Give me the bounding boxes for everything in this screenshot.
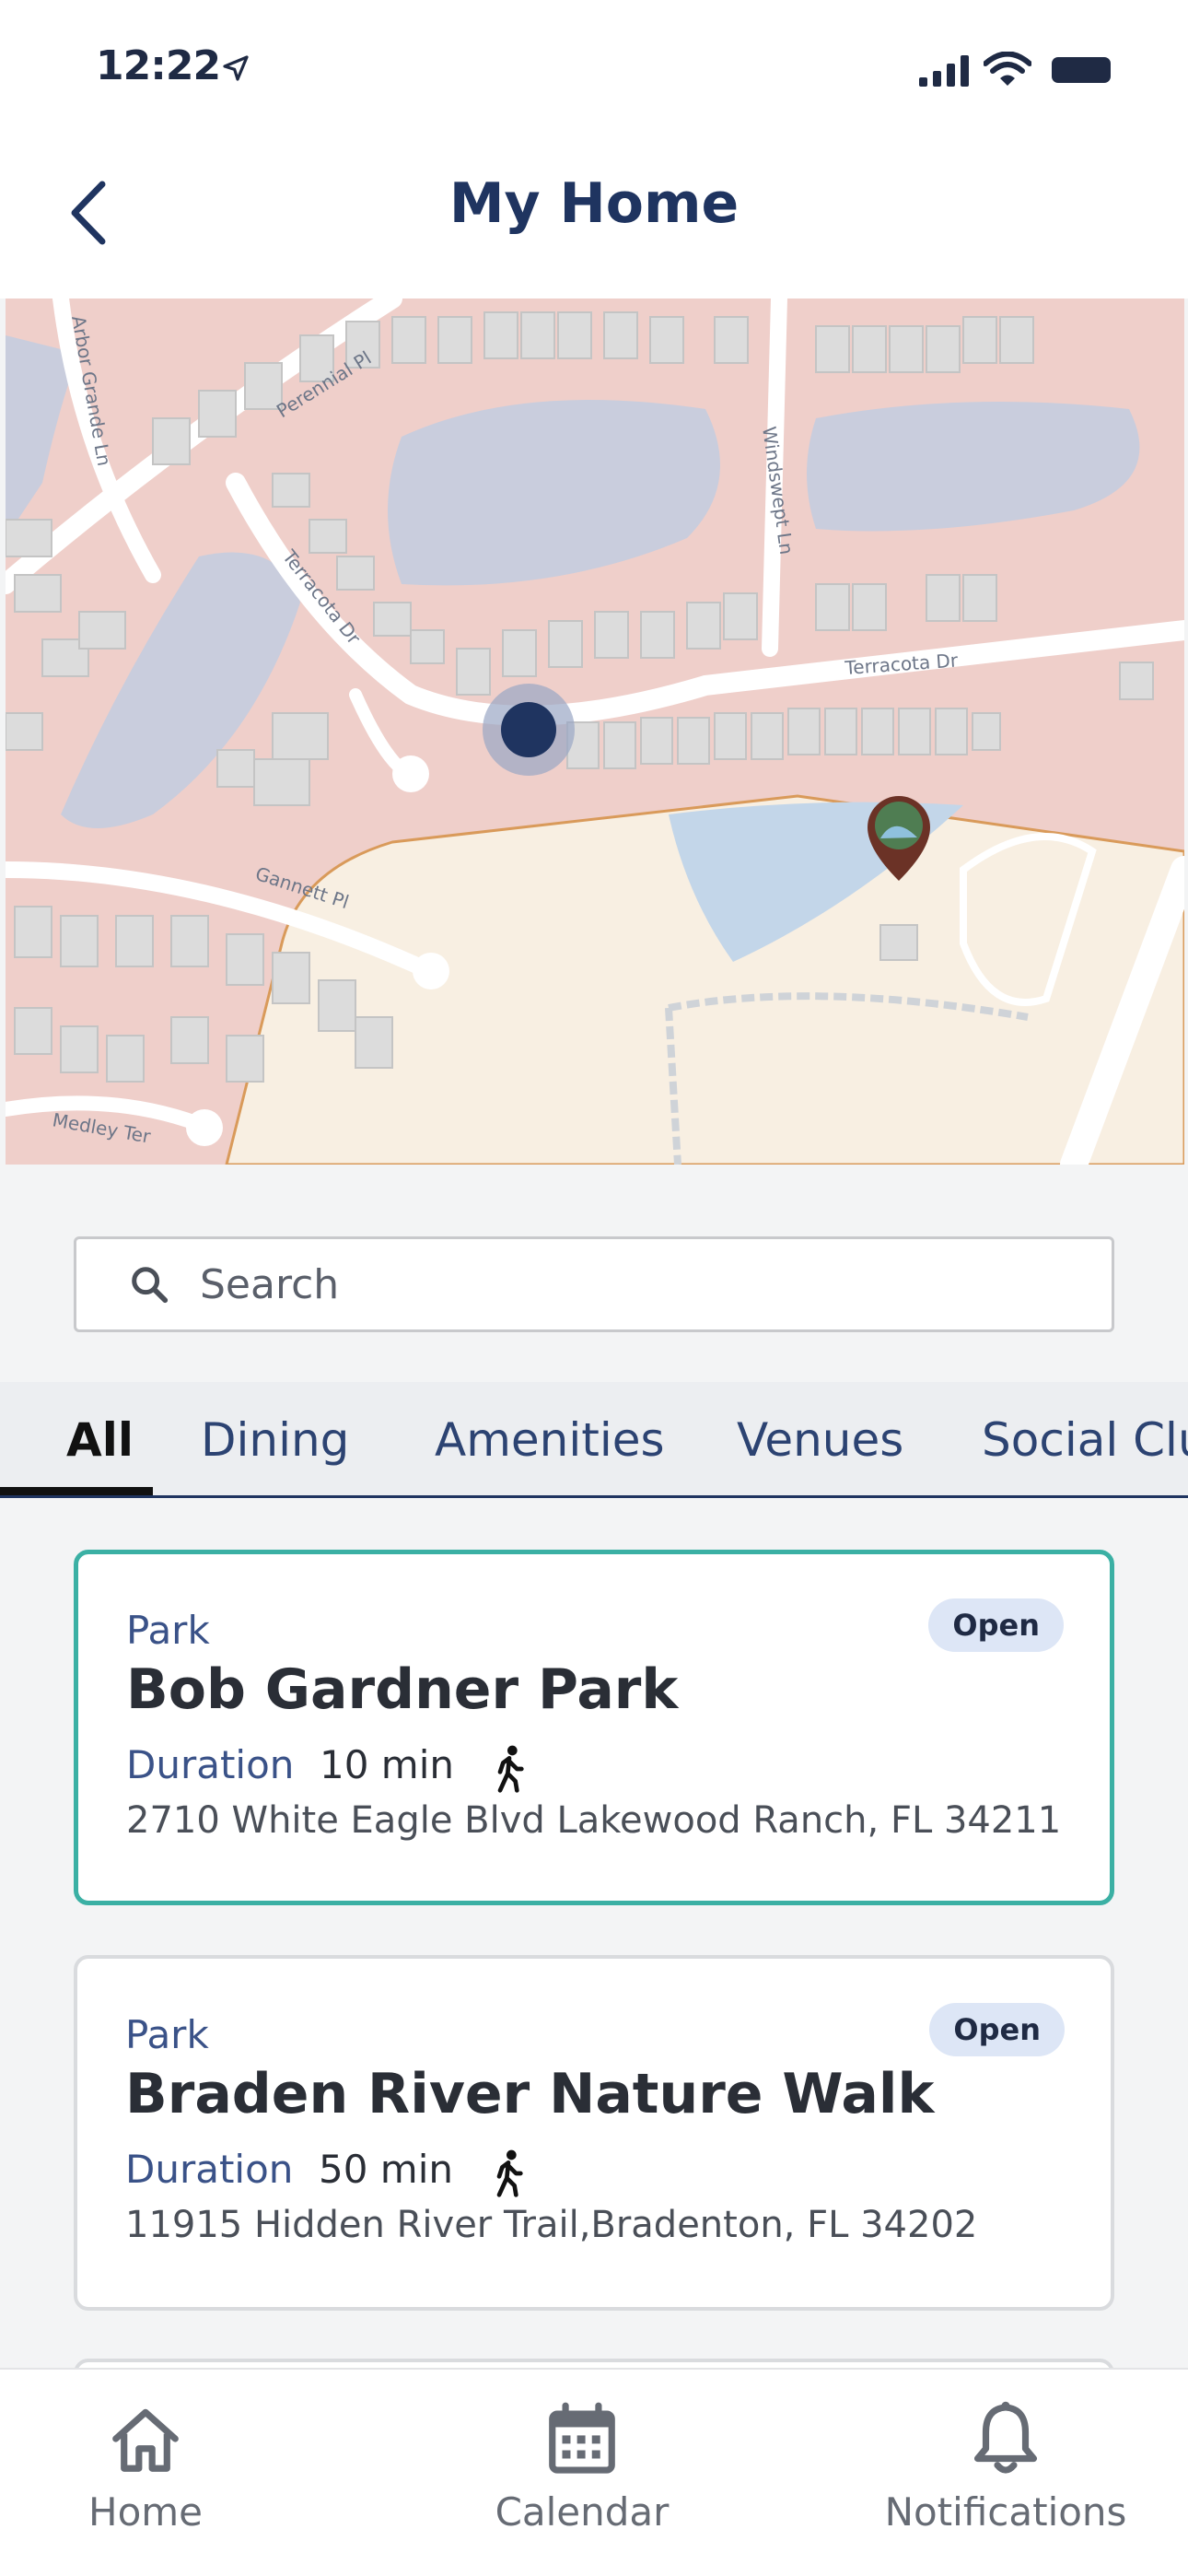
search-area xyxy=(0,1165,1188,1382)
tab-venues[interactable]: Venues xyxy=(737,1413,903,1467)
nav-label: Home xyxy=(87,2489,204,2535)
nav-label: Notifications xyxy=(884,2489,1127,2535)
place-card[interactable]: Park Open Bob Gardner Park Duration 10 m… xyxy=(74,1550,1114,1905)
cellular-signal-icon xyxy=(919,55,969,87)
duration-value: 10 min xyxy=(320,1742,454,1787)
active-tab-indicator xyxy=(0,1487,153,1495)
nav-notifications[interactable]: Notifications xyxy=(840,2399,1171,2535)
map-view[interactable]: Arbor Grande Ln Perennial Pl Terracota D… xyxy=(6,299,1184,1165)
duration-value: 50 min xyxy=(319,2147,453,2192)
status-badge: Open xyxy=(928,1598,1064,1652)
card-address: 11915 Hidden River Trail,Bradenton, FL 3… xyxy=(125,2204,978,2246)
card-title: Bob Gardner Park xyxy=(126,1657,679,1722)
category-tabs: All Dining Amenities Venues Social Clu xyxy=(0,1382,1188,1498)
tab-all[interactable]: All xyxy=(66,1413,134,1467)
card-title: Braden River Nature Walk xyxy=(125,2062,935,2126)
status-bar: 12:22 xyxy=(0,0,1188,138)
walking-icon xyxy=(496,2149,523,2197)
status-time: 12:22 xyxy=(96,42,221,89)
street-label: Terracota Dr xyxy=(844,649,960,679)
home-icon xyxy=(112,2408,179,2472)
pond-1 xyxy=(388,400,720,586)
map-canvas[interactable]: Arbor Grande Ln Perennial Pl Terracota D… xyxy=(6,299,1184,1165)
location-arrow-icon xyxy=(223,55,249,81)
duration-label: Duration xyxy=(126,1742,295,1787)
bell-icon xyxy=(973,2401,1038,2474)
header: My Home xyxy=(0,138,1188,299)
walking-icon xyxy=(497,1745,524,1793)
tab-dining[interactable]: Dining xyxy=(201,1413,349,1467)
nav-home[interactable]: Home xyxy=(0,2399,311,2535)
nav-calendar[interactable]: Calendar xyxy=(416,2399,748,2535)
search-icon xyxy=(132,1267,169,1304)
street-label: Windswept Ln xyxy=(758,425,798,556)
bottom-nav: Home Calendar Notifications xyxy=(0,2368,1188,2576)
card-address: 2710 White Eagle Blvd Lakewood Ranch, FL… xyxy=(126,1799,1062,1842)
place-card[interactable]: Park Open Braden River Nature Walk Durat… xyxy=(74,1955,1114,2311)
battery-icon xyxy=(1052,57,1111,83)
wifi-icon xyxy=(984,52,1031,86)
pond-2 xyxy=(807,402,1140,532)
search-input[interactable] xyxy=(200,1260,1029,1308)
tab-social-clubs[interactable]: Social Clu xyxy=(982,1413,1188,1467)
tab-amenities[interactable]: Amenities xyxy=(435,1413,665,1467)
current-location-marker xyxy=(483,684,575,776)
status-badge: Open xyxy=(929,2003,1065,2056)
page-title: My Home xyxy=(448,171,740,236)
search-box[interactable] xyxy=(74,1236,1114,1332)
nav-label: Calendar xyxy=(495,2489,670,2535)
card-category: Park xyxy=(126,1608,210,1653)
card-category: Park xyxy=(125,2012,209,2057)
duration-label: Duration xyxy=(125,2147,294,2192)
calendar-icon xyxy=(549,2402,615,2474)
